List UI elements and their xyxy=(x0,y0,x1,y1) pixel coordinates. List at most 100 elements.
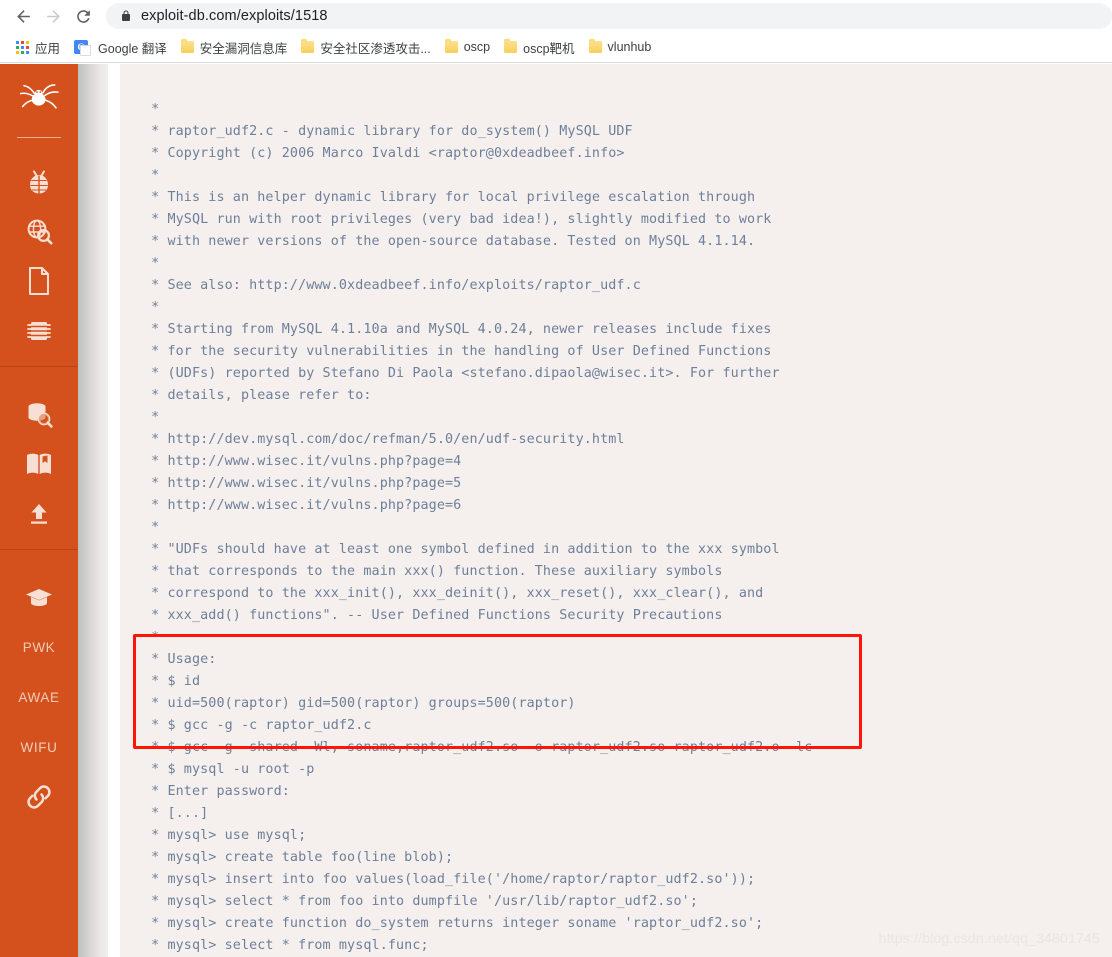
code-line: * xyxy=(143,102,160,118)
code-line: * mysql> select * from foo into dumpfile… xyxy=(143,894,699,910)
code-line: * raptor_udf2.c - dynamic library for do… xyxy=(143,124,633,140)
lock-icon xyxy=(120,9,132,23)
browser-window: exploit-db.com/exploits/1518 应用 G Google… xyxy=(0,0,1112,957)
google-translate-icon: G xyxy=(74,40,92,56)
sidebar-item-submit[interactable] xyxy=(0,489,78,539)
code-line: * Starting from MySQL 4.1.10a and MySQL … xyxy=(143,322,772,338)
code-line: * details, please refer to: xyxy=(143,388,372,404)
graduation-cap-icon xyxy=(24,585,54,609)
bookmark-label: 安全社区渗透攻击... xyxy=(320,41,431,56)
page-gutter xyxy=(108,63,120,957)
reload-icon xyxy=(76,9,90,23)
bookmark-folder-vlunhub[interactable]: vlunhub xyxy=(582,35,659,59)
sidebar-item-shellcodes[interactable] xyxy=(0,306,78,356)
exploit-source-panel: * * raptor_udf2.c - dynamic library for … xyxy=(120,63,1112,957)
sidebar-item-papers[interactable] xyxy=(0,256,78,306)
bookmark-folder-oscp-target[interactable]: oscp靶机 xyxy=(497,35,581,59)
code-line: * xyxy=(143,520,160,536)
bookmark-google-translate[interactable]: G Google 翻译 xyxy=(67,35,174,59)
code-line: * $ gcc -g -c raptor_udf2.c xyxy=(143,718,372,734)
bookmark-folder-2[interactable]: 安全社区渗透攻击... xyxy=(294,35,437,59)
sidebar-divider-top xyxy=(17,137,61,138)
address-bar[interactable]: exploit-db.com/exploits/1518 xyxy=(106,3,1112,29)
folder-icon xyxy=(180,39,194,53)
back-button[interactable] xyxy=(8,1,38,31)
code-line: * mysql> insert into foo values(load_fil… xyxy=(143,872,756,888)
spider-icon xyxy=(18,83,60,117)
bookmarks-bar: 应用 G Google 翻译 安全漏洞信息库 安全社区渗透攻击... oscp … xyxy=(0,32,1112,62)
sidebar-item-awae[interactable]: AWAE xyxy=(0,672,78,722)
open-book-icon xyxy=(24,451,54,477)
sidebar-divider-bottom xyxy=(0,549,78,550)
sidebar-item-label: AWAE xyxy=(18,689,60,705)
forward-arrow-icon xyxy=(46,9,60,23)
bookmark-apps[interactable]: 应用 xyxy=(9,35,67,59)
code-line: * $ gcc -g -shared -Wl,-soname,raptor_ud… xyxy=(143,740,813,756)
code-line: * xyxy=(143,300,160,316)
watermark-text: https://blog.csdn.net/qq_34801745 xyxy=(878,930,1100,946)
bookmark-label: Google 翻译 xyxy=(98,41,167,56)
code-line: * $ id xyxy=(143,674,201,690)
code-line: * uid=500(raptor) gid=500(raptor) groups… xyxy=(143,696,576,712)
url-text: exploit-db.com/exploits/1518 xyxy=(141,8,328,24)
code-line: * (UDFs) reported by Stefano Di Paola <s… xyxy=(143,366,780,382)
bookmark-label: vlunhub xyxy=(607,40,652,54)
bookmark-label: 安全漏洞信息库 xyxy=(199,41,288,56)
code-line: * xyxy=(143,630,160,646)
sidebar-item-training[interactable] xyxy=(0,572,78,622)
sidebar-item-ghdb[interactable] xyxy=(0,206,78,256)
code-line: * See also: http://www.0xdeadbeef.info/e… xyxy=(143,278,641,294)
code-line: * $ mysql -u root -p xyxy=(143,762,315,778)
chip-icon xyxy=(24,317,54,345)
document-icon xyxy=(27,266,51,296)
forward-button[interactable] xyxy=(38,1,68,31)
code-line: * http://www.wisec.it/vulns.php?page=6 xyxy=(143,498,462,514)
code-line: * xxx_add() functions". -- User Defined … xyxy=(143,608,723,624)
back-arrow-icon xyxy=(16,9,30,23)
browser-chrome: exploit-db.com/exploits/1518 应用 G Google… xyxy=(0,0,1112,64)
sidebar-item-label: PWK xyxy=(22,639,56,655)
sidebar-item-label: WIFU xyxy=(20,739,58,755)
sidebar-item-docs[interactable] xyxy=(0,439,78,489)
folder-icon xyxy=(588,39,602,53)
code-line: * MySQL run with root privileges (very b… xyxy=(143,212,772,228)
code-line: * for the security vulnerabilities in th… xyxy=(143,344,772,360)
bookmark-label: oscp靶机 xyxy=(523,41,575,56)
code-line: * xyxy=(143,168,160,184)
link-icon xyxy=(25,783,53,811)
sidebar-item-exploits[interactable] xyxy=(0,156,78,206)
code-line: * http://www.wisec.it/vulns.php?page=4 xyxy=(143,454,462,470)
folder-icon xyxy=(504,39,518,53)
bookmark-folder-1[interactable]: 安全漏洞信息库 xyxy=(174,35,295,59)
browser-toolbar: exploit-db.com/exploits/1518 xyxy=(0,0,1112,32)
code-line: * http://dev.mysql.com/doc/refman/5.0/en… xyxy=(143,432,625,448)
sidebar-divider-mid xyxy=(0,366,78,367)
code-line: * mysql> use mysql; xyxy=(143,828,307,844)
code-line: * that corresponds to the main xxx() fun… xyxy=(143,564,723,580)
sidebar-item-wifu[interactable]: WIFU xyxy=(0,722,78,772)
code-line: * Enter password: xyxy=(143,784,290,800)
sidebar-shadow xyxy=(78,63,111,957)
database-search-icon xyxy=(24,399,54,429)
site-sidebar: PWK AWAE WIFU xyxy=(0,63,78,957)
folder-icon xyxy=(444,39,458,53)
sidebar-item-searchsploit[interactable] xyxy=(0,389,78,439)
reload-button[interactable] xyxy=(68,1,98,31)
code-line: * Usage: xyxy=(143,652,217,668)
sidebar-item-links[interactable] xyxy=(0,772,78,822)
exploit-source-code: * * raptor_udf2.c - dynamic library for … xyxy=(143,99,1093,957)
bug-icon xyxy=(25,166,53,196)
apps-grid-icon xyxy=(16,40,29,54)
bookmark-folder-oscp[interactable]: oscp xyxy=(438,35,497,59)
sidebar-item-pwk[interactable]: PWK xyxy=(0,622,78,672)
bookmark-label: 应用 xyxy=(35,41,61,56)
code-line: * correspond to the xxx_init(), xxx_dein… xyxy=(143,586,764,602)
code-line: * http://www.wisec.it/vulns.php?page=5 xyxy=(143,476,462,492)
code-line: * xyxy=(143,410,160,426)
folder-icon xyxy=(301,39,315,53)
code-line: * This is an helper dynamic library for … xyxy=(143,190,756,206)
globe-search-icon xyxy=(24,216,54,246)
bookmark-label: oscp xyxy=(463,40,491,54)
upload-icon xyxy=(26,501,52,527)
sidebar-item-exploit-db-logo[interactable] xyxy=(0,63,78,137)
